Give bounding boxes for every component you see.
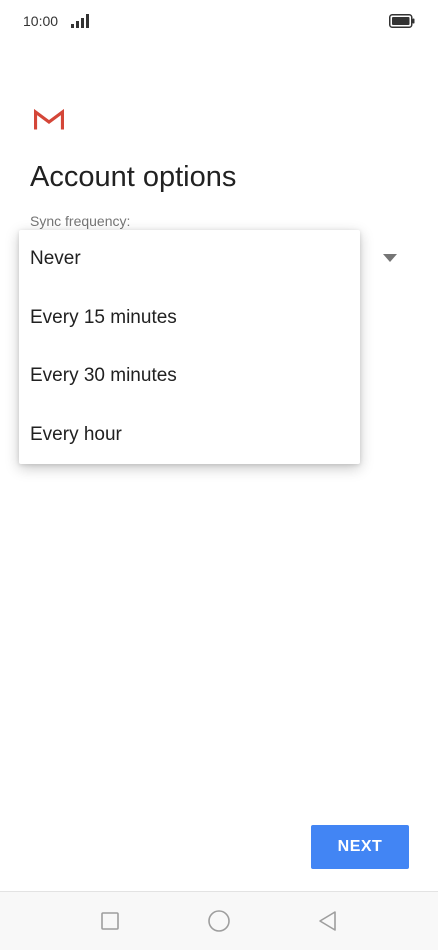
dropdown-arrow-icon[interactable]	[383, 254, 397, 262]
battery-full-icon	[389, 14, 415, 28]
sync-frequency-label: Sync frequency:	[30, 213, 131, 229]
dropdown-option-every-15-minutes[interactable]: Every 15 minutes	[19, 289, 360, 347]
dropdown-option-label: Every hour	[30, 424, 122, 445]
dropdown-option-every-hour[interactable]: Every hour	[19, 406, 360, 464]
dropdown-option-never[interactable]: Never	[19, 230, 360, 288]
sync-frequency-dropdown-menu: Never Every 15 minutes Every 30 minutes …	[19, 230, 360, 464]
page-title: Account options	[30, 161, 237, 193]
signal-bars-icon	[71, 14, 89, 28]
dropdown-option-label: Never	[30, 248, 81, 269]
circle-home-icon[interactable]	[207, 909, 231, 933]
triangle-back-icon[interactable]	[316, 909, 340, 933]
status-bar: 10:00	[0, 0, 438, 42]
dropdown-option-every-30-minutes[interactable]: Every 30 minutes	[19, 347, 360, 405]
next-button[interactable]: NEXT	[311, 825, 409, 869]
dropdown-option-label: Every 15 minutes	[30, 307, 177, 328]
status-time: 10:00	[23, 13, 59, 29]
dropdown-option-label: Every 30 minutes	[30, 365, 177, 386]
navigation-bar	[0, 891, 438, 950]
gmail-logo-icon	[34, 109, 64, 130]
square-recent-apps-icon[interactable]	[98, 909, 122, 933]
